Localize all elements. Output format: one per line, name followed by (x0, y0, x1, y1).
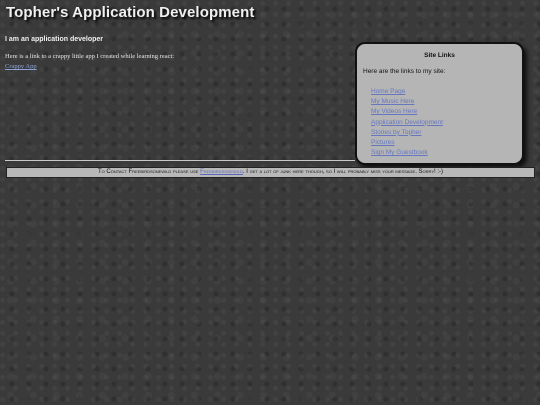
site-link-videos: My Videos Here (371, 107, 516, 117)
page-title: Topher's Application Development (6, 4, 255, 21)
site-links-list: Home Page My Music Here My Videos Here A… (363, 87, 516, 158)
contact-bar: To Contact Freebirdsonewild please use F… (6, 167, 535, 178)
site-link-stories: Stories by Topher (371, 128, 516, 138)
site-link-pictures-label[interactable]: Pictures (371, 139, 394, 146)
site-link-music-label[interactable]: My Music Here (371, 98, 414, 105)
contact-email-link[interactable]: Freebirdsonewild (200, 169, 243, 175)
site-links-title: Site Links (424, 52, 455, 59)
site-link-app-dev: Application Development (371, 118, 516, 128)
site-link-guestbook: Sign My Guestbook (371, 148, 516, 158)
intro-heading: I am an application developer (5, 36, 104, 43)
site-links-subtitle: Here are the links to my site: (363, 68, 446, 75)
site-link-pictures: Pictures (371, 138, 516, 148)
site-link-home: Home Page (371, 87, 516, 97)
horizontal-divider (5, 160, 355, 161)
site-link-app-dev-label[interactable]: Application Development (371, 119, 443, 126)
site-link-stories-label[interactable]: Stories by Topher (371, 129, 421, 136)
site-links-panel: Site Links Here are the links to my site… (355, 42, 524, 165)
site-link-music: My Music Here (371, 97, 516, 107)
contact-prefix: To Contact Freebirdsonewild please use (97, 169, 201, 175)
contact-suffix: . I get a lot of junk here though, so I … (242, 169, 444, 175)
site-link-home-label[interactable]: Home Page (371, 88, 405, 95)
intro-text: Here is a link to a crappy little app I … (5, 53, 175, 60)
site-link-videos-label[interactable]: My Videos Here (371, 108, 417, 115)
site-link-guestbook-label[interactable]: Sign My Guestbook (371, 149, 428, 156)
crappy-app-link[interactable]: Crappy App (5, 63, 37, 70)
